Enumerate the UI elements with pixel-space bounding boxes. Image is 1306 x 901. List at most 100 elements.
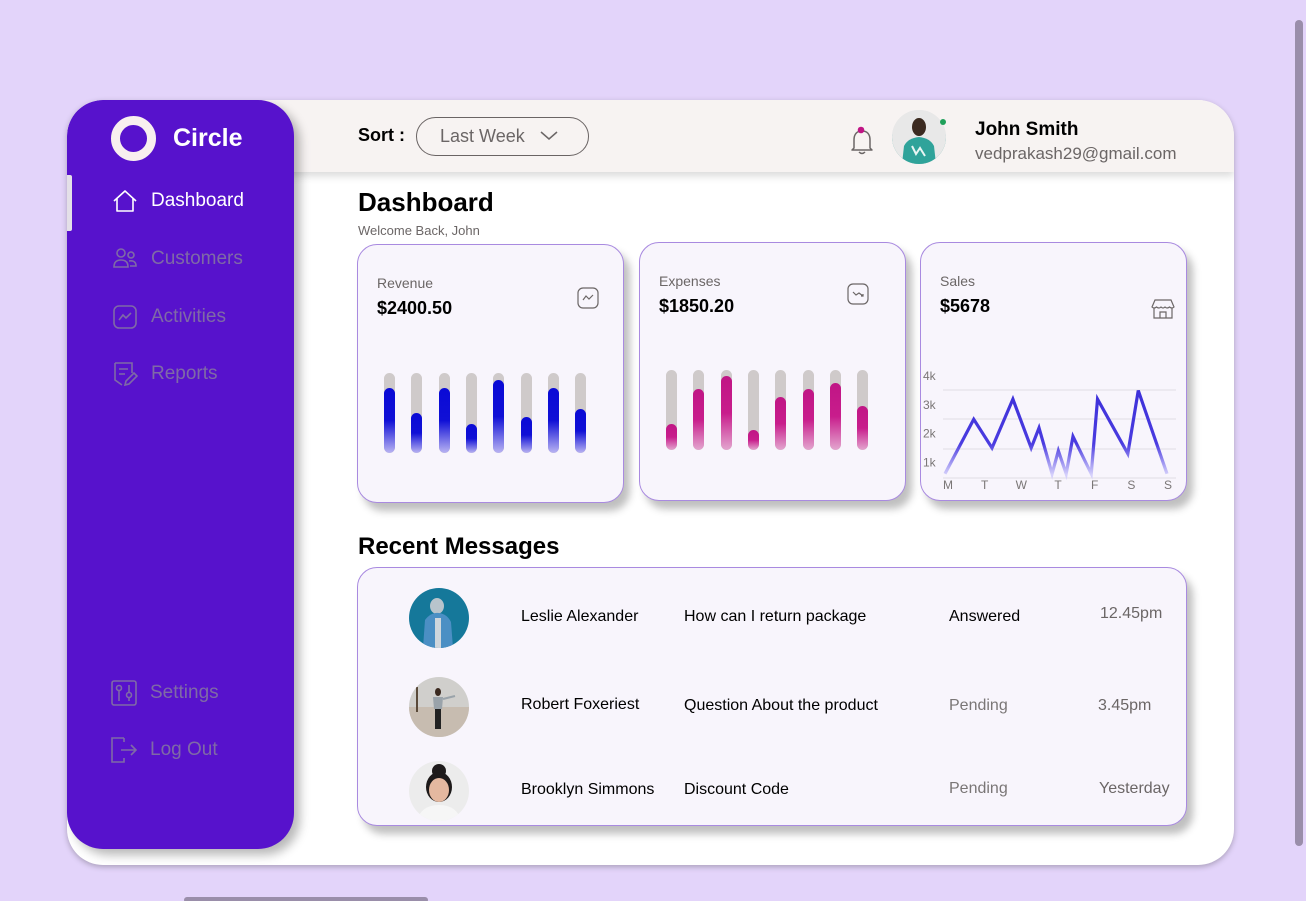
bar-track [720, 370, 732, 450]
bar-track [775, 370, 787, 450]
x-tick-label: F [1091, 478, 1098, 492]
bar-track [438, 373, 450, 453]
bar [411, 413, 423, 453]
recent-messages-list: Leslie Alexander How can I return packag… [357, 567, 1187, 826]
message-row[interactable]: Leslie Alexander How can I return packag… [358, 588, 1186, 650]
card-value: $5678 [940, 296, 991, 316]
bar [857, 406, 869, 450]
message-sender: Leslie Alexander [521, 608, 639, 625]
sales-series-line [943, 390, 1169, 481]
sidebar: Circle Dashboard Customers Activities Re… [67, 100, 294, 849]
bar-track [520, 373, 532, 453]
sidebar-item-logout[interactable]: Log Out [110, 736, 218, 764]
bar-track [384, 373, 395, 453]
horizontal-scrollbar[interactable] [184, 897, 428, 901]
sidebar-item-settings[interactable]: Settings [110, 679, 219, 707]
user-avatar[interactable] [892, 110, 946, 164]
bar [465, 424, 477, 453]
bar [693, 389, 705, 450]
sidebar-item-dashboard[interactable]: Dashboard [111, 187, 244, 215]
x-tick-label: M [943, 478, 953, 492]
sidebar-item-reports[interactable]: Reports [111, 360, 218, 388]
bar-track [465, 373, 477, 453]
bar-track [747, 370, 759, 450]
x-tick-label: T [1054, 478, 1062, 492]
sidebar-item-label: Activities [151, 306, 226, 327]
bar-track [857, 370, 869, 450]
bar [720, 376, 732, 450]
card-label: Expenses [659, 273, 721, 289]
trend-down-icon[interactable] [847, 283, 869, 305]
revenue-card[interactable]: Revenue $2400.50 [357, 244, 624, 503]
message-subject: How can I return package [684, 608, 867, 625]
bar [547, 388, 559, 453]
sidebar-item-label: Dashboard [151, 190, 244, 211]
message-time: 3.45pm [1098, 697, 1152, 714]
user-email: vedprakash29@gmail.com [975, 144, 1177, 163]
card-value: $2400.50 [377, 298, 453, 318]
card-value: $1850.20 [659, 296, 735, 316]
expenses-card[interactable]: Expenses $1850.20 [639, 242, 906, 501]
vertical-scrollbar[interactable] [1295, 20, 1303, 846]
bar-track [693, 370, 705, 450]
y-tick-label: 4k [923, 369, 937, 383]
sidebar-item-activities[interactable]: Activities [111, 303, 226, 331]
x-tick-label: T [981, 478, 989, 492]
recent-messages-title: Recent Messages [358, 533, 560, 560]
bell-icon[interactable] [848, 126, 876, 156]
bar [747, 430, 759, 450]
x-tick-label: W [1016, 478, 1028, 492]
store-icon[interactable] [1151, 298, 1175, 320]
logout-icon [111, 737, 138, 763]
message-time: Yesterday [1099, 780, 1170, 797]
message-row[interactable]: Robert Foxeriest Question About the prod… [358, 677, 1186, 739]
active-nav-indicator [67, 175, 72, 231]
sales-line-chart: 4k 3k 2k 1k M T W T F S S [923, 369, 1176, 492]
bar [829, 382, 841, 450]
app-name: Circle [173, 124, 243, 152]
bar [575, 409, 587, 453]
bar-track [547, 373, 559, 453]
card-label: Sales [940, 273, 976, 289]
activity-chart-icon [113, 305, 137, 329]
expenses-bars [666, 370, 871, 450]
y-tick-label: 3k [923, 398, 937, 412]
x-tick-label: S [1164, 478, 1172, 492]
bar-track [575, 373, 587, 453]
trend-chart-icon[interactable] [577, 287, 599, 309]
bar [493, 380, 505, 453]
sort-label: Sort : [358, 125, 405, 145]
logo[interactable]: Circle [111, 116, 242, 161]
sidebar-item-label: Log Out [150, 739, 218, 760]
bar-track [802, 370, 814, 450]
message-status: Pending [949, 780, 1008, 797]
bar [775, 397, 787, 450]
sidebar-item-label: Customers [151, 248, 243, 269]
y-tick-label: 1k [923, 455, 937, 469]
message-sender: Brooklyn Simmons [521, 781, 655, 798]
bar-track [411, 373, 423, 453]
message-row[interactable]: Brooklyn Simmons Discount Code Pending Y… [358, 761, 1186, 823]
bar-track [829, 370, 841, 450]
message-subject: Discount Code [684, 781, 789, 798]
home-icon [113, 190, 137, 212]
y-tick-label: 2k [923, 427, 937, 441]
sidebar-item-label: Settings [150, 682, 219, 703]
app-window: Sort : Last Week John Smith vedprakash29… [67, 100, 1234, 865]
bar-track [493, 373, 505, 453]
message-status: Answered [949, 608, 1021, 625]
x-tick-label: S [1127, 478, 1135, 492]
chevron-down-icon [540, 131, 558, 140]
bar-track [666, 370, 677, 450]
bar [802, 389, 814, 450]
notification-dot [857, 126, 865, 134]
revenue-bars [384, 373, 589, 453]
card-label: Revenue [377, 275, 434, 291]
sidebar-item-customers[interactable]: Customers [111, 245, 243, 273]
avatar [409, 761, 469, 821]
sort-dropdown[interactable]: Last Week [416, 117, 589, 156]
sales-card[interactable]: Sales $5678 4k 3k 2k 1k M T W T F S S [920, 242, 1187, 501]
report-edit-icon [114, 362, 139, 387]
message-sender: Robert Foxeriest [521, 696, 640, 713]
bar [520, 417, 532, 453]
